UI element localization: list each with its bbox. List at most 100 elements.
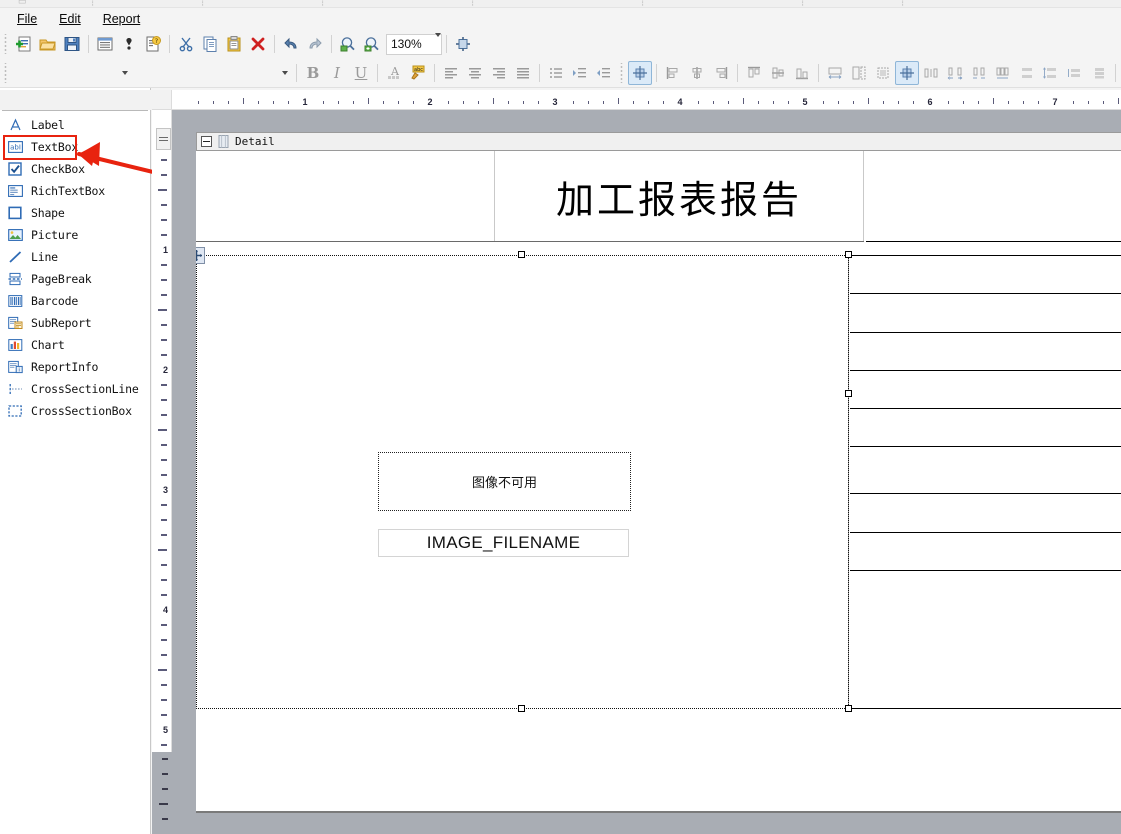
resize-handle-right[interactable] (845, 390, 852, 397)
table-row-line[interactable] (850, 493, 1121, 494)
align-center-button[interactable] (463, 61, 487, 85)
section-header-detail[interactable]: Detail (196, 132, 1121, 151)
toolbox-item-checkbox[interactable]: CheckBox (0, 158, 150, 180)
table-row-line[interactable] (850, 293, 1121, 294)
align-justify-button[interactable] (511, 61, 535, 85)
cut-button[interactable] (174, 32, 198, 56)
align-tops-button[interactable] (742, 61, 766, 85)
zoom-in-button[interactable] (360, 32, 384, 56)
hruler-label-4: 4 (677, 97, 682, 107)
table-row-line[interactable] (850, 570, 1121, 571)
highlight-color-button[interactable]: abc (406, 61, 430, 85)
align-left-button[interactable] (439, 61, 463, 85)
picture-icon (6, 227, 24, 243)
paste-button[interactable] (222, 32, 246, 56)
format-toolbar-grip[interactable] (2, 63, 10, 83)
space-horizontal-equal-button[interactable] (919, 61, 943, 85)
design-surface[interactable]: Detail 加工报表报告 (172, 110, 1121, 834)
snap-to-grid-button[interactable] (628, 61, 652, 85)
size-height-button[interactable] (847, 61, 871, 85)
table-row-line[interactable] (850, 446, 1121, 447)
toolbox-item-pagebreak[interactable]: PageBreak (0, 268, 150, 290)
size-both-button[interactable] (871, 61, 895, 85)
toolbox-item-picture[interactable]: Picture (0, 224, 150, 246)
bullet-list-button[interactable] (544, 61, 568, 85)
table-row-line[interactable] (850, 255, 1121, 256)
italic-button[interactable]: I (325, 61, 349, 85)
copy-button[interactable] (198, 32, 222, 56)
align-bottoms-button[interactable] (790, 61, 814, 85)
report-title-cell[interactable]: 加工报表报告 (494, 151, 864, 241)
toolbox-item-subreport[interactable]: SubReport (0, 312, 150, 334)
delete-button[interactable] (246, 32, 270, 56)
bold-button[interactable]: B (301, 61, 325, 85)
script-help-button[interactable]: ? (141, 32, 165, 56)
toolbox-item-shape[interactable]: Shape (0, 202, 150, 224)
align-rights-button[interactable] (709, 61, 733, 85)
space-vertical-decrease-button[interactable] (1063, 61, 1087, 85)
font-size-dropdown-arrow[interactable] (278, 71, 292, 75)
indent-increase-button[interactable] (568, 61, 592, 85)
menu-item-report[interactable]: Report (92, 10, 152, 28)
space-vertical-equal-button[interactable] (1015, 61, 1039, 85)
toolbox-item-textbox[interactable]: abI TextBox (0, 136, 150, 158)
panel-splitter-handle[interactable] (156, 128, 171, 150)
toolbox-item-richtextbox[interactable]: RichTextBox (0, 180, 150, 202)
resize-handle-bottom-right[interactable] (845, 705, 852, 712)
zoom-dropdown-arrow[interactable] (435, 37, 441, 51)
toolbox-item-label[interactable]: Label (0, 114, 150, 136)
table-row-line[interactable] (850, 708, 1121, 709)
align-right-button[interactable] (487, 61, 511, 85)
font-size-combobox[interactable] (132, 62, 292, 84)
toolbox-item-barcode[interactable]: Barcode (0, 290, 150, 312)
table-row-line[interactable] (850, 370, 1121, 371)
align-lefts-button[interactable] (661, 61, 685, 85)
move-handle[interactable] (196, 247, 205, 264)
align-middles-button[interactable] (766, 61, 790, 85)
menu-item-edit[interactable]: Edit (48, 10, 92, 28)
space-vertical-remove-button[interactable] (1087, 61, 1111, 85)
space-vertical-increase-button[interactable] (1039, 61, 1063, 85)
space-horizontal-increase-button[interactable] (943, 61, 967, 85)
toolbox-item-crosssectionbox[interactable]: CrossSectionBox (0, 400, 150, 422)
toolbar-grip[interactable] (2, 34, 10, 54)
table-row-line[interactable] (850, 408, 1121, 409)
menu-item-file[interactable]: File (6, 10, 48, 28)
undo-button[interactable] (279, 32, 303, 56)
align-centers-button[interactable] (685, 61, 709, 85)
save-button[interactable] (60, 32, 84, 56)
new-report-button[interactable] (12, 32, 36, 56)
zoom-out-button[interactable] (336, 32, 360, 56)
align-toolbar-grip[interactable] (618, 63, 626, 83)
collapse-toggle-icon[interactable] (201, 136, 212, 147)
detail-band[interactable]: 加工报表报告 (196, 151, 1121, 811)
resize-handle-bottom[interactable] (518, 705, 525, 712)
underline-button[interactable]: U (349, 61, 373, 85)
table-row-line[interactable] (850, 332, 1121, 333)
font-color-button[interactable]: A (382, 61, 406, 85)
reportinfo-icon: i (6, 359, 24, 375)
toolbox-item-line[interactable]: Line (0, 246, 150, 268)
chart-bars-icon (6, 337, 24, 353)
image-placeholder[interactable]: 图像不可用 (378, 452, 631, 511)
toolbox-item-reportinfo[interactable]: i ReportInfo (0, 356, 150, 378)
font-name-combobox[interactable] (12, 62, 132, 84)
redo-button[interactable] (303, 32, 327, 56)
warnings-button[interactable] (117, 32, 141, 56)
indent-decrease-button[interactable] (592, 61, 616, 85)
zoom-level-combobox[interactable]: 130% (386, 34, 442, 55)
font-name-dropdown-arrow[interactable] (118, 71, 132, 75)
grid-toggle-button[interactable] (895, 61, 919, 85)
resize-handle-top-right[interactable] (845, 251, 852, 258)
space-horizontal-remove-button[interactable] (991, 61, 1015, 85)
table-row-line[interactable] (850, 532, 1121, 533)
toolbox-item-crosssectionline[interactable]: CrossSectionLine (0, 378, 150, 400)
space-horizontal-decrease-button[interactable] (967, 61, 991, 85)
image-filename-field[interactable]: IMAGE_FILENAME (378, 529, 629, 557)
size-width-button[interactable] (823, 61, 847, 85)
open-button[interactable] (36, 32, 60, 56)
resize-handle-top[interactable] (518, 251, 525, 258)
toolbox-item-chart[interactable]: Chart (0, 334, 150, 356)
properties-button[interactable] (93, 32, 117, 56)
fit-button[interactable] (451, 32, 475, 56)
